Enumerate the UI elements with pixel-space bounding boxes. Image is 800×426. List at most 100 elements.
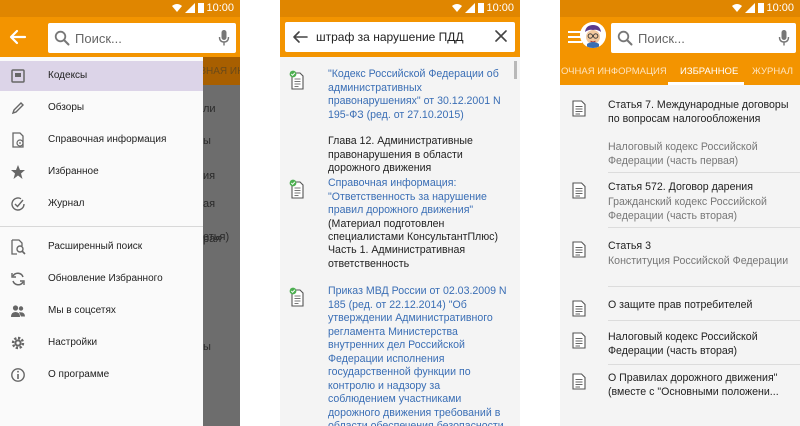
gear-icon xyxy=(11,336,25,350)
drawer-item-codes[interactable]: Кодексы xyxy=(0,61,203,91)
list-item[interactable]: Налоговый кодекс Российской Федерации (ч… xyxy=(560,331,800,367)
pencil-icon xyxy=(11,102,24,115)
status-time: 10:00 xyxy=(486,2,514,14)
drawer-item-label: Расширенный поиск xyxy=(48,241,143,252)
tab-bar: ОЧНАЯ ИНФОРМАЦИЯ ИЗБРАННОЕ ЖУРНАЛ xyxy=(560,57,800,85)
search-result-item[interactable]: "Кодекс Российской Федерации об админист… xyxy=(280,68,520,174)
drawer-item-about[interactable]: О программе xyxy=(0,360,203,390)
document-icon xyxy=(572,182,586,199)
document-checked-icon xyxy=(289,179,304,199)
favorite-title: Статья 572. Договор дарения xyxy=(608,181,753,193)
favorite-source: Налоговый кодекс Российской Федерации (ч… xyxy=(608,141,758,167)
favorites-list: Статья 7. Международные договоры по вопр… xyxy=(560,85,800,426)
favorite-title: О Правилах дорожного движения" (вместе с… xyxy=(608,372,779,398)
drawer-item-social[interactable]: Мы в соцсетях xyxy=(0,296,203,326)
wifi-icon xyxy=(172,4,182,12)
result-link[interactable]: Приказ МВД России от 02.03.2009 N 185 (р… xyxy=(328,285,510,426)
drawer-item-advanced-search[interactable]: Расширенный поиск xyxy=(0,232,203,262)
back-arrow-icon[interactable] xyxy=(292,30,308,44)
signal-icon xyxy=(185,3,195,13)
search-results-list: "Кодекс Российской Федерации об админист… xyxy=(280,57,520,426)
list-item[interactable]: Статья 7. Международные договоры по вопр… xyxy=(560,99,800,175)
document-checked-icon xyxy=(289,70,304,90)
favorite-title: Налоговый кодекс Российской Федерации (ч… xyxy=(608,331,758,357)
list-item[interactable]: О Правилах дорожного движения" (вместе с… xyxy=(560,372,800,422)
tab-journal[interactable]: ЖУРНАЛ xyxy=(752,66,793,77)
result-snippet: Часть 1. Административная ответственност… xyxy=(328,244,466,270)
document-checked-icon xyxy=(289,287,304,307)
drawer-item-settings[interactable]: Настройки xyxy=(0,328,203,358)
dimmed-text-fragment: ая xyxy=(203,198,216,210)
drawer-item-reference[interactable]: Справочная информация xyxy=(0,125,203,155)
phone-search-results-screen: 10:00 штраф за нарушение ПДД "Кодекс Рос… xyxy=(280,0,520,426)
document-icon xyxy=(572,332,586,349)
microphone-icon[interactable] xyxy=(218,29,230,47)
search-result-item[interactable]: Приказ МВД России от 02.03.2009 N 185 (р… xyxy=(280,285,520,426)
drawer-item-label: Журнал xyxy=(48,198,85,209)
dimmed-tab-label: ЗНАЯ ИНФ xyxy=(200,66,240,77)
phone-drawer-screen: 10:00 ЗНАЯ ИНФ ли ы ия ая рая ы етья) xyxy=(0,0,240,426)
people-icon xyxy=(11,305,25,317)
dimmed-text-fragment: ы xyxy=(203,341,211,353)
drawer-item-journal[interactable]: Журнал xyxy=(0,189,203,219)
signal-icon xyxy=(745,3,755,13)
search-placeholder: Поиск... xyxy=(638,31,685,46)
search-icon xyxy=(617,30,633,46)
status-bar: 10:00 xyxy=(280,0,520,17)
microphone-icon[interactable] xyxy=(778,29,790,47)
drawer-item-label: Настройки xyxy=(48,337,98,348)
battery-icon xyxy=(198,3,204,13)
list-item[interactable]: О защите прав потребителей xyxy=(560,299,800,325)
status-bar: 10:00 xyxy=(560,0,800,17)
drawer-item-update-favorites[interactable]: Обновление Избранного xyxy=(0,264,203,294)
drawer-divider xyxy=(0,226,203,227)
back-arrow-icon[interactable] xyxy=(8,27,28,47)
search-input[interactable]: Поиск... xyxy=(48,23,236,53)
search-input[interactable]: Поиск... xyxy=(611,23,796,53)
signal-icon xyxy=(465,3,475,13)
dimmed-text-fragment: ы xyxy=(203,135,211,147)
close-icon[interactable] xyxy=(495,30,507,42)
dimmed-text-fragment: етья) xyxy=(203,231,230,243)
result-link[interactable]: Справочная информация: "Ответственность … xyxy=(328,177,510,245)
list-divider xyxy=(608,172,800,173)
screenshot-stage: 10:00 ЗНАЯ ИНФ ли ы ия ая рая ы етья) xyxy=(0,0,800,426)
info-icon xyxy=(11,368,25,382)
drawer-item-label: Избранное xyxy=(48,166,99,177)
document-icon xyxy=(572,300,586,317)
document-icon xyxy=(572,241,586,258)
list-divider xyxy=(608,286,800,287)
document-icon xyxy=(572,100,586,117)
navigation-drawer: Кодексы Обзоры Справочная информация Изб… xyxy=(0,57,203,426)
tab-favorites[interactable]: ИЗБРАННОЕ xyxy=(680,66,738,77)
search-query-field[interactable]: штраф за нарушение ПДД xyxy=(285,22,515,52)
result-snippet: Глава 12. Административные правонарушени… xyxy=(328,135,473,174)
status-bar: 10:00 xyxy=(0,0,240,17)
search-result-item[interactable]: Справочная информация: "Ответственность … xyxy=(280,177,520,272)
wifi-icon xyxy=(732,4,742,12)
drawer-item-label: Мы в соцсетях xyxy=(48,305,116,316)
status-time: 10:00 xyxy=(206,2,234,14)
list-item[interactable]: Статья 3 Конституция Российской Федераци… xyxy=(560,240,800,290)
reference-document-icon xyxy=(12,132,24,148)
drawer-item-reviews[interactable]: Обзоры xyxy=(0,93,203,123)
document-icon xyxy=(572,373,586,390)
search-icon xyxy=(54,30,70,46)
wifi-icon xyxy=(452,4,462,12)
favorite-source: Конституция Российской Федерации xyxy=(608,255,789,267)
tab-reference[interactable]: ОЧНАЯ ИНФОРМАЦИЯ xyxy=(561,66,667,77)
search-query-text: штраф за нарушение ПДД xyxy=(316,30,464,44)
app-bar: Поиск... xyxy=(560,17,800,57)
drawer-item-favorites[interactable]: Избранное xyxy=(0,157,203,187)
avatar[interactable] xyxy=(580,22,606,48)
battery-icon xyxy=(758,3,764,13)
favorite-title: О защите прав потребителей xyxy=(608,299,753,311)
favorite-source: Гражданский кодекс Российской Федерации … xyxy=(608,196,767,222)
list-item[interactable]: Статья 572. Договор дарения Гражданский … xyxy=(560,181,800,231)
mascot-avatar-icon xyxy=(580,22,606,48)
phone-favorites-screen: 10:00 Поиск... ОЧНАЯ ИНФОРМАЦИЯ ИЗБРАННО… xyxy=(560,0,800,426)
codes-book-icon xyxy=(11,69,25,83)
favorite-title: Статья 3 xyxy=(608,240,651,252)
status-time: 10:00 xyxy=(766,2,794,14)
result-link[interactable]: "Кодекс Российской Федерации об админист… xyxy=(328,68,510,122)
